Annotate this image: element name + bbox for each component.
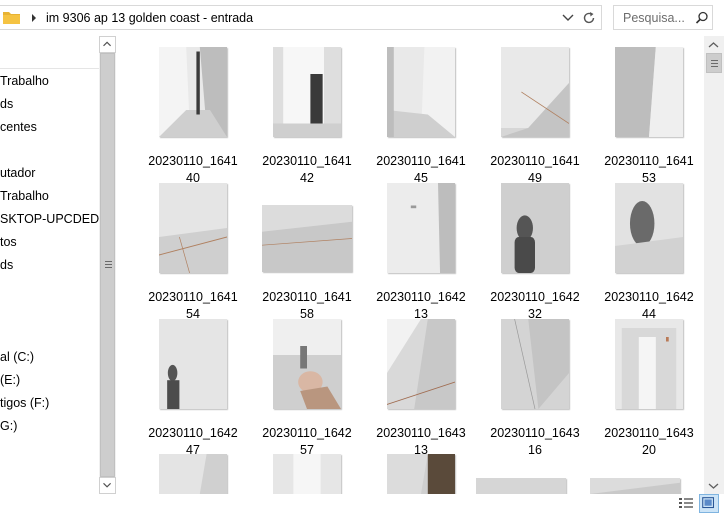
nav-item[interactable]: al (C:) xyxy=(0,347,34,367)
file-thumbnail[interactable] xyxy=(501,183,569,273)
address-path[interactable]: im 9306 ap 13 golden coast - entrada xyxy=(46,11,253,25)
nav-item[interactable]: Trabalho xyxy=(0,186,49,206)
file-name-line: 20230110_1642 xyxy=(376,290,466,304)
scroll-thumb[interactable] xyxy=(706,53,722,73)
file-thumbnail[interactable] xyxy=(159,454,227,494)
file-thumbnail[interactable] xyxy=(615,183,683,273)
scroll-up-button[interactable] xyxy=(704,36,724,53)
file-thumbnail[interactable] xyxy=(615,319,683,409)
file-item[interactable]: 20230110_1643 13 xyxy=(364,318,478,457)
file-item[interactable]: 20230110_1641 45 xyxy=(364,46,478,185)
file-name-line: 20230110_1642 xyxy=(148,426,238,440)
file-list: 20230110_1641 40 20230110_1641 42 20230110_1… xyxy=(116,36,704,494)
file-name-line: 16 xyxy=(528,443,542,457)
file-name-line: 20230110_1642 xyxy=(604,290,694,304)
chevron-down-icon xyxy=(103,482,111,488)
chevron-down-icon xyxy=(708,483,719,489)
file-item[interactable]: 20230110_1643 16 xyxy=(478,318,592,457)
scroll-down-button[interactable] xyxy=(99,477,116,494)
file-item[interactable]: 20230110_1642 47 xyxy=(136,318,250,457)
file-thumbnail[interactable] xyxy=(590,478,680,494)
file-thumbnail[interactable] xyxy=(476,478,566,494)
file-thumbnail[interactable] xyxy=(159,319,227,409)
file-thumbnail[interactable] xyxy=(615,47,683,137)
file-thumbnail[interactable] xyxy=(387,319,455,409)
file-item[interactable]: 20230110_1642 57 xyxy=(250,318,364,457)
file-item[interactable]: 20230110_1641 42 xyxy=(250,46,364,185)
chevron-up-icon xyxy=(708,42,719,48)
scroll-up-button[interactable] xyxy=(99,36,116,53)
nav-item[interactable]: utador xyxy=(0,163,35,183)
file-item[interactable]: 20230110_1641 40 xyxy=(136,46,250,185)
chevron-right-icon[interactable] xyxy=(29,12,39,24)
file-name-line: 20230110_1641 xyxy=(148,154,238,168)
file-thumbnail[interactable] xyxy=(387,183,455,273)
file-item[interactable]: 20230110_1641 49 xyxy=(478,46,592,185)
address-bar[interactable]: im 9306 ap 13 golden coast - entrada xyxy=(0,5,602,30)
file-item[interactable]: 20230110_1642 44 xyxy=(592,182,704,321)
file-name-line: 20230110_1643 xyxy=(490,426,580,440)
file-name-line: 20230110_1641 xyxy=(262,154,352,168)
file-name-line: 20230110_1643 xyxy=(604,426,694,440)
large-icons-view-button[interactable] xyxy=(699,494,719,513)
status-bar xyxy=(0,494,724,513)
nav-item[interactable]: tigos (F:) xyxy=(0,393,49,413)
search-box[interactable]: Pesquisa... xyxy=(613,5,713,30)
file-name[interactable]: 20230110_1643 16 xyxy=(478,425,592,459)
large-icons-view-icon xyxy=(702,497,715,509)
file-name[interactable]: 20230110_1643 20 xyxy=(592,425,704,459)
file-name-line: 20230110_1641 xyxy=(148,290,238,304)
file-item[interactable]: 20230110_1641 58 xyxy=(250,182,364,321)
search-icon[interactable] xyxy=(695,11,709,25)
file-name-line: 20230110_1642 xyxy=(490,290,580,304)
file-name-line: 20230110_1643 xyxy=(376,426,466,440)
folder-icon xyxy=(3,12,20,24)
file-name-line: 20230110_1641 xyxy=(376,154,466,168)
file-thumbnail[interactable] xyxy=(501,319,569,409)
file-item[interactable]: 20230110_1641 53 xyxy=(592,46,704,185)
file-name-line: 20230110_1641 xyxy=(604,154,694,168)
file-name-line: 20230110_1641 xyxy=(262,290,352,304)
nav-item[interactable]: (E:) xyxy=(0,370,20,390)
file-item[interactable]: 20230110_1642 32 xyxy=(478,182,592,321)
nav-divider xyxy=(0,68,99,69)
nav-item[interactable]: centes xyxy=(0,117,37,137)
file-thumbnail[interactable] xyxy=(159,183,227,273)
file-thumbnail[interactable] xyxy=(501,47,569,137)
search-placeholder[interactable]: Pesquisa... xyxy=(623,11,685,25)
navigation-pane: Trabalho ds centes utador Trabalho SKTOP-UPCD… xyxy=(0,36,99,513)
file-thumbnail[interactable] xyxy=(387,454,455,494)
file-item[interactable]: 20230110_1643 20 xyxy=(592,318,704,457)
details-view-icon[interactable] xyxy=(678,496,694,511)
chevron-down-icon[interactable] xyxy=(561,12,575,24)
nav-item[interactable]: SKTOP-UPCDEDI xyxy=(0,209,99,229)
file-thumbnail[interactable] xyxy=(387,47,455,137)
chevron-up-icon xyxy=(103,41,111,47)
nav-item[interactable]: tos xyxy=(0,232,17,252)
scroll-thumb[interactable] xyxy=(100,53,115,477)
file-name-line: 20230110_1642 xyxy=(262,426,352,440)
file-item[interactable]: 20230110_1641 54 xyxy=(136,182,250,321)
scroll-down-button[interactable] xyxy=(704,477,724,494)
nav-item[interactable]: ds xyxy=(0,255,13,275)
file-item[interactable]: 20230110_1642 13 xyxy=(364,182,478,321)
toolbar: im 9306 ap 13 golden coast - entrada Pes… xyxy=(0,0,724,36)
file-list-scrollbar[interactable] xyxy=(704,36,724,494)
file-name-line: 20 xyxy=(642,443,656,457)
file-thumbnail[interactable] xyxy=(273,319,341,409)
file-thumbnail[interactable] xyxy=(273,454,341,494)
nav-item[interactable]: G:) xyxy=(0,416,17,436)
nav-item[interactable]: Trabalho xyxy=(0,71,49,91)
file-name-line: 20230110_1641 xyxy=(490,154,580,168)
navigation-pane-scrollbar[interactable] xyxy=(99,36,116,494)
file-thumbnail[interactable] xyxy=(262,205,352,272)
nav-item[interactable]: ds xyxy=(0,94,13,114)
refresh-icon[interactable] xyxy=(581,10,597,26)
file-thumbnail[interactable] xyxy=(273,47,341,137)
file-thumbnail[interactable] xyxy=(159,47,227,137)
